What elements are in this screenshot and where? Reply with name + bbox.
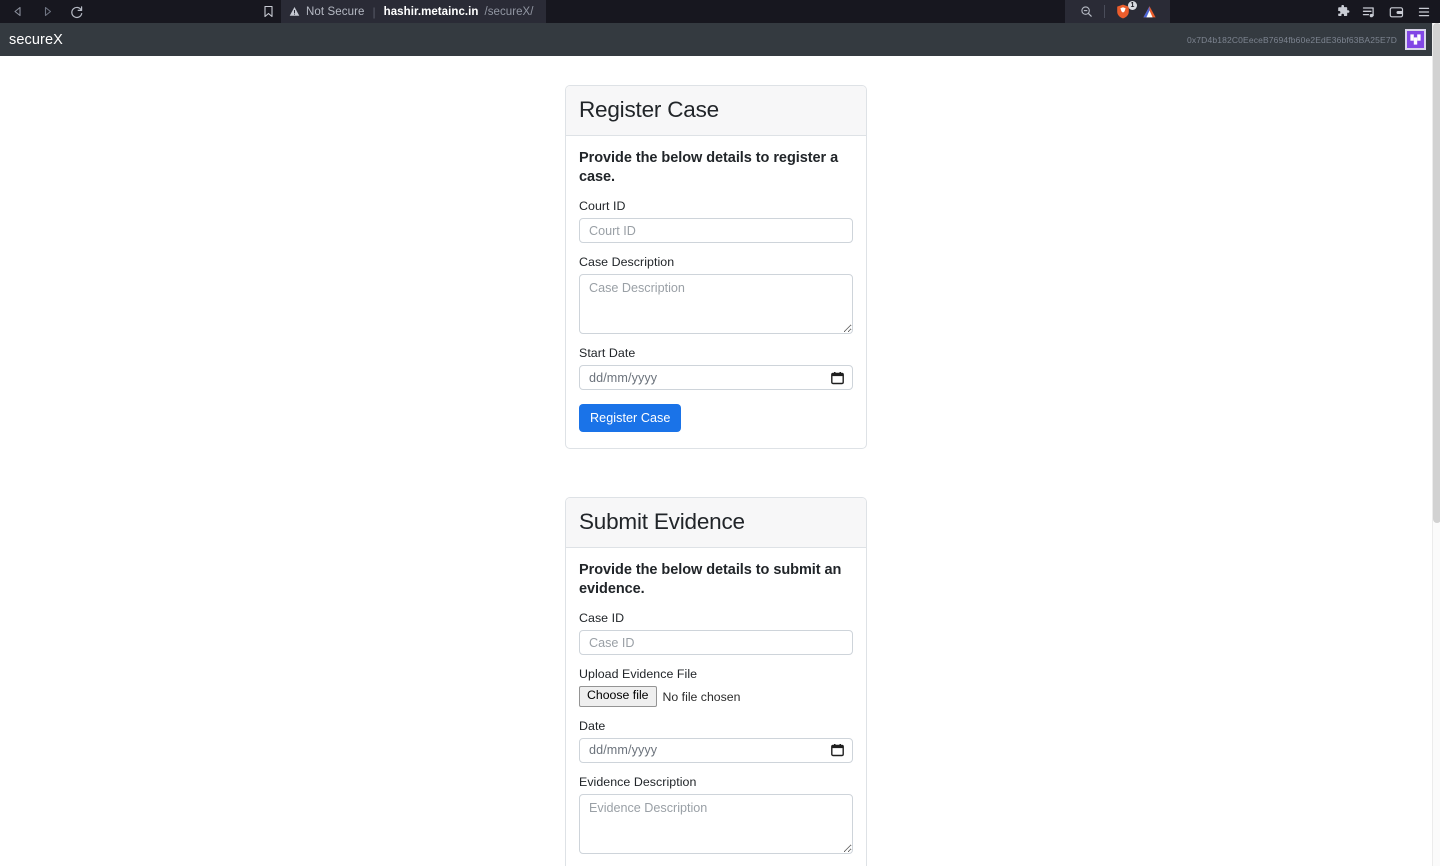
reload-icon[interactable] (66, 2, 88, 22)
case-id-input[interactable] (579, 630, 853, 656)
court-id-label: Court ID (579, 199, 626, 214)
submit-evidence-title: Submit Evidence (579, 509, 745, 535)
case-description-textarea[interactable] (579, 274, 853, 335)
brand-logo[interactable]: secureX (0, 32, 63, 48)
page-scrollbar-track[interactable] (1432, 23, 1440, 866)
court-id-field: Court ID (579, 199, 853, 244)
evidence-date-label: Date (579, 718, 606, 733)
forms-container: Register Case Provide the below details … (0, 56, 1432, 866)
case-id-label: Case ID (579, 611, 625, 626)
start-date-label: Start Date (579, 346, 636, 361)
upload-evidence-file-field: Upload Evidence File Choose file No file… (579, 667, 853, 707)
submit-evidence-card-body: Provide the below details to submit an e… (566, 548, 866, 866)
evidence-description-field: Evidence Description (579, 775, 853, 854)
browser-chrome: Not Secure | hashir.metainc.in/secureX/ … (0, 0, 1440, 23)
upload-evidence-file-label: Upload Evidence File (579, 667, 698, 682)
file-status-label: No file chosen (662, 689, 741, 704)
court-id-input[interactable] (579, 218, 853, 244)
submit-evidence-card-header: Submit Evidence (566, 498, 866, 548)
back-arrow-icon[interactable] (6, 2, 28, 22)
register-case-card-header: Register Case (566, 86, 866, 136)
start-date-input[interactable]: dd/mm/yyyy (579, 365, 853, 391)
app-navbar: secureX 0x7D4b182C0EeceB7694fb60e2EdE36b… (0, 23, 1432, 56)
calendar-icon[interactable] (831, 371, 844, 384)
page-scrollbar-thumb[interactable] (1433, 23, 1440, 523)
start-date-placeholder: dd/mm/yyyy (589, 370, 658, 385)
submit-evidence-card: Submit Evidence Provide the below detail… (565, 497, 867, 866)
warning-triangle-icon (289, 6, 300, 17)
register-case-submit-button[interactable]: Register Case (579, 404, 682, 433)
forward-arrow-icon[interactable] (36, 2, 58, 22)
evidence-date-input[interactable]: dd/mm/yyyy (579, 737, 853, 763)
wallet-icon[interactable] (1384, 1, 1409, 23)
start-date-field: Start Date dd/mm/yyyy (579, 346, 853, 391)
address-bar-area: Not Secure | hashir.metainc.in/secureX/ (255, 0, 546, 23)
address-bar[interactable]: Not Secure | hashir.metainc.in/secureX/ (281, 0, 546, 23)
evidence-description-textarea[interactable] (579, 793, 853, 854)
case-description-label: Case Description (579, 255, 675, 270)
puzzle-piece-icon[interactable] (1330, 1, 1355, 23)
register-case-card-body: Provide the below details to register a … (566, 136, 866, 448)
browser-page-actions: 1 (1065, 0, 1170, 23)
evidence-date-placeholder: dd/mm/yyyy (589, 743, 658, 758)
register-case-subtitle: Provide the below details to register a … (579, 149, 839, 185)
metamask-wallet-icon[interactable] (1405, 29, 1426, 50)
wallet-address: 0x7D4b182C0EeceB7694fb60e2EdE36bf63BA25E… (1187, 34, 1397, 45)
brave-rewards-triangle-icon[interactable] (1136, 0, 1162, 23)
browser-nav-buttons (0, 2, 88, 22)
url-domain: hashir.metainc.in (383, 5, 479, 18)
register-case-card: Register Case Provide the below details … (565, 85, 867, 450)
calendar-icon[interactable] (831, 744, 844, 757)
evidence-description-label: Evidence Description (579, 774, 697, 789)
zoom-out-icon[interactable] (1073, 0, 1099, 23)
security-status-label: Not Secure (306, 5, 365, 18)
hamburger-menu-icon[interactable] (1411, 1, 1436, 23)
page-content: Register Case Provide the below details … (0, 56, 1432, 866)
wallet-connection-area: 0x7D4b182C0EeceB7694fb60e2EdE36bf63BA25E… (1187, 23, 1426, 56)
url-path: /secureX/ (484, 5, 534, 18)
case-id-field: Case ID (579, 611, 853, 656)
url-separator: | (372, 4, 376, 19)
case-description-field: Case Description (579, 255, 853, 335)
choose-file-button[interactable]: Choose file (579, 686, 657, 707)
shield-badge-count: 1 (1128, 1, 1137, 10)
evidence-date-field: Date dd/mm/yyyy (579, 719, 853, 763)
bookmark-icon[interactable] (255, 0, 281, 23)
submit-evidence-subtitle: Provide the below details to submit an e… (579, 562, 842, 598)
toolbar-divider (1104, 5, 1105, 18)
playlist-icon[interactable] (1357, 1, 1382, 23)
browser-toolbar-icons (1330, 0, 1436, 23)
file-input-row[interactable]: Choose file No file chosen (579, 686, 853, 707)
register-case-title: Register Case (579, 97, 719, 122)
brave-shield-icon[interactable]: 1 (1110, 0, 1137, 23)
